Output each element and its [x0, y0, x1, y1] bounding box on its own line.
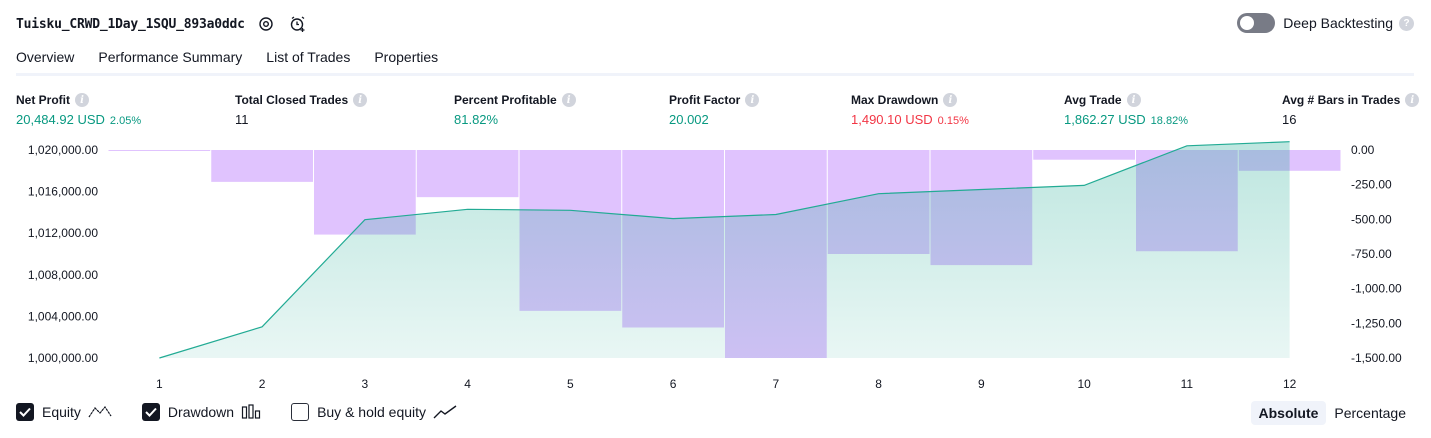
legend-drawdown[interactable]: Drawdown — [141, 403, 261, 421]
left-axis-tick: 1,008,000.00 — [28, 268, 98, 282]
right-axis-tick: -500.00 — [1351, 212, 1392, 226]
tab-divider — [16, 73, 1414, 76]
buy-hold-line-icon — [433, 404, 457, 420]
strategy-name: Tuisku_CRWD_1Day_1SQU_893a0ddc — [16, 16, 245, 32]
add-alert-icon[interactable] — [287, 13, 309, 35]
x-axis-tick: 4 — [464, 377, 471, 391]
strategy-header: Tuisku_CRWD_1Day_1SQU_893a0ddc — [16, 12, 309, 36]
metric-label: Avg # Bars in Trades — [1282, 93, 1401, 107]
info-icon[interactable]: i — [75, 93, 89, 107]
x-axis-tick: 2 — [259, 377, 266, 391]
drawdown-bar — [211, 150, 313, 182]
x-axis-tick: 6 — [670, 377, 677, 391]
equity-checkbox[interactable] — [16, 403, 34, 421]
metric-percent: 0.15% — [937, 115, 969, 127]
drawdown-bar — [1033, 150, 1135, 160]
x-axis-tick: 10 — [1077, 377, 1091, 391]
metric-value: 20,484.92 USD — [16, 112, 105, 127]
x-axis-tick: 7 — [773, 377, 780, 391]
legend-label: Drawdown — [167, 404, 235, 420]
legend-label: Buy & hold equity — [317, 404, 427, 420]
value-mode-switch: Absolute Percentage — [1250, 401, 1415, 425]
tab-performance-summary[interactable]: Performance Summary — [98, 48, 242, 76]
deep-backtesting-toggle[interactable] — [1237, 13, 1276, 33]
right-axis-tick: -750.00 — [1351, 247, 1392, 261]
buy-hold-checkbox[interactable] — [291, 403, 310, 421]
metric-value: 20.002 — [669, 112, 709, 127]
metric-label: Profit Factor — [669, 93, 741, 107]
legend-equity[interactable]: Equity — [16, 403, 112, 421]
metric-avg-bars-in-trades: Avg # Bars in Trades i 16 — [1282, 93, 1420, 127]
metric-value: 16 — [1282, 112, 1297, 127]
right-axis-tick: 0.00 — [1351, 143, 1375, 157]
x-axis-tick: 11 — [1181, 377, 1194, 391]
metrics-row: Net Profit i 20,484.92 USD 2.05% Total Clo… — [16, 93, 1420, 129]
settings-icon[interactable] — [255, 13, 277, 35]
info-icon[interactable]: i — [1126, 93, 1141, 107]
metric-label: Avg Trade — [1064, 93, 1122, 107]
right-axis-tick: -250.00 — [1351, 178, 1392, 192]
deep-backtesting: Deep Backtesting ? — [1237, 13, 1414, 33]
metric-percent-profitable: Percent Profitable i 81.82% — [454, 93, 576, 127]
metric-label: Total Closed Trades — [235, 93, 349, 107]
absolute-button[interactable]: Absolute — [1250, 401, 1327, 425]
info-icon[interactable]: i — [745, 93, 760, 107]
x-axis-tick: 5 — [567, 377, 574, 391]
left-axis-tick: 1,016,000.00 — [28, 185, 98, 199]
drawdown-checkbox[interactable] — [141, 403, 160, 421]
metric-value: 11 — [235, 112, 249, 127]
metric-label: Max Drawdown — [851, 93, 939, 107]
report-tabs: Overview Performance Summary List of Tra… — [16, 48, 462, 76]
metric-label: Percent Profitable — [454, 93, 557, 107]
right-axis-tick: -1,000.00 — [1351, 282, 1402, 296]
percentage-button[interactable]: Percentage — [1326, 401, 1414, 425]
chart-legend: Equity Drawdown Buy & hold equity — [16, 403, 487, 421]
drawdown-bar — [108, 150, 211, 151]
legend-label: Equity — [42, 404, 81, 420]
tab-properties[interactable]: Properties — [374, 48, 438, 76]
metric-profit-factor: Profit Factor i 20.002 — [669, 93, 760, 127]
help-icon[interactable]: ? — [1399, 15, 1414, 31]
x-axis-tick: 3 — [362, 377, 369, 391]
right-axis-tick: -1,250.00 — [1351, 316, 1402, 330]
x-axis-tick: 8 — [875, 377, 882, 391]
metric-value: 81.82% — [454, 112, 499, 127]
info-icon[interactable]: i — [561, 93, 576, 107]
metric-value: 1,490.10 USD — [851, 112, 933, 127]
metric-percent: 2.05% — [109, 115, 142, 127]
left-axis-tick: 1,012,000.00 — [28, 226, 98, 240]
metric-avg-trade: Avg Trade i 1,862.27 USD 18.82% — [1064, 93, 1188, 127]
left-axis-tick: 1,020,000.00 — [28, 143, 98, 157]
deep-backtesting-label: Deep Backtesting — [1283, 15, 1393, 31]
info-icon[interactable]: i — [353, 93, 368, 107]
metric-max-drawdown: Max Drawdown i 1,490.10 USD 0.15% — [851, 93, 969, 127]
info-icon[interactable]: i — [943, 93, 958, 107]
metric-total-closed-trades: Total Closed Trades i 11 — [235, 93, 368, 127]
drawdown-bars-icon — [241, 404, 261, 420]
metric-net-profit: Net Profit i 20,484.92 USD 2.05% — [16, 93, 141, 127]
metric-label: Net Profit — [16, 93, 70, 107]
tab-overview[interactable]: Overview — [16, 48, 75, 76]
left-axis-tick: 1,004,000.00 — [28, 309, 98, 323]
x-axis-tick: 1 — [156, 377, 163, 391]
info-icon[interactable]: i — [1405, 93, 1420, 107]
equity-drawdown-chart: 1,000,000.00 1,004,000.00 1,008,000.00 1,01… — [28, 141, 1402, 391]
legend-buy-hold[interactable]: Buy & hold equity — [291, 403, 457, 421]
right-axis-tick: -1,500.00 — [1351, 351, 1402, 365]
tab-list-of-trades[interactable]: List of Trades — [266, 48, 350, 76]
metric-value: 1,862.27 USD — [1064, 112, 1146, 127]
metric-percent: 18.82% — [1150, 115, 1188, 127]
drawdown-bar — [416, 150, 519, 198]
x-axis-tick: 9 — [978, 377, 985, 391]
left-axis-tick: 1,000,000.00 — [28, 351, 98, 365]
equity-line-icon — [88, 404, 112, 420]
x-axis-tick: 12 — [1283, 377, 1297, 391]
